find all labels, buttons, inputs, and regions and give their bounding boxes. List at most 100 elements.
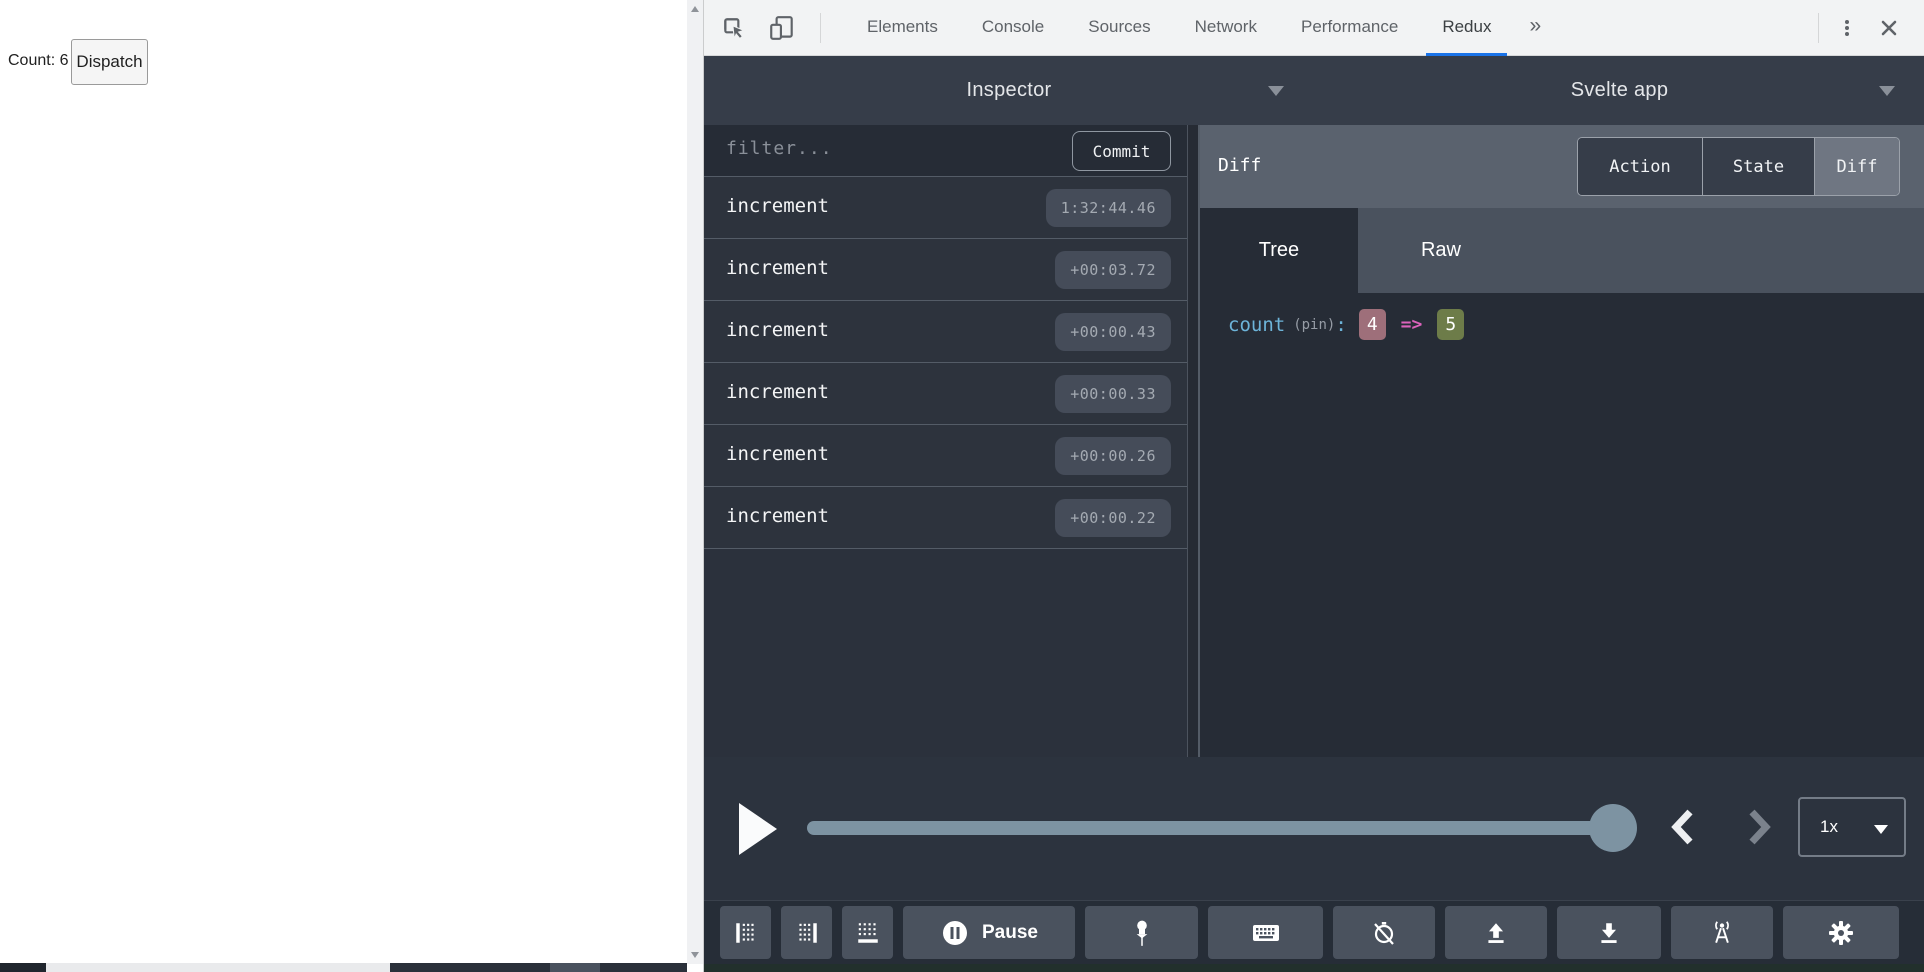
scroll-up-icon[interactable] (691, 6, 699, 12)
keyboard-icon (1252, 924, 1279, 941)
gear-icon (1829, 920, 1853, 945)
action-name: increment (726, 257, 829, 279)
filter-input[interactable]: filter... (726, 138, 833, 159)
view-action-button[interactable]: Action (1578, 138, 1702, 195)
view-state-button[interactable]: State (1702, 138, 1814, 195)
devtools-tabs: Elements Console Sources Network Perform… (845, 0, 1557, 56)
action-timestamp: 1:32:44.46 (1045, 189, 1171, 227)
action-row[interactable]: increment 1:32:44.46 (704, 177, 1187, 239)
step-back-button[interactable] (1670, 807, 1696, 847)
diff-tabstrip: Tree Raw (1200, 208, 1924, 293)
action-name: increment (726, 381, 829, 403)
screen: Count: 6 Dispatch Elements Console Sourc… (0, 0, 1924, 972)
kebab-menu-icon[interactable] (1833, 14, 1861, 42)
tab-performance[interactable]: Performance (1279, 0, 1420, 56)
tab-redux[interactable]: Redux (1420, 0, 1513, 56)
diff-entry[interactable]: count (pin) : 4 => 5 (1228, 309, 1465, 340)
inspect-element-icon[interactable] (720, 14, 748, 42)
instance-selector-label: Svelte app (1570, 79, 1669, 101)
tab-sources[interactable]: Sources (1066, 0, 1172, 56)
monitor-selector-label: Inspector (966, 79, 1052, 101)
dock-left-button[interactable] (720, 906, 771, 959)
diff-content: count (pin) : 4 => 5 (1200, 293, 1924, 757)
pause-label: Pause (982, 921, 1038, 943)
stopwatch-off-icon (1374, 921, 1394, 945)
action-timestamp: +00:00.26 (1055, 437, 1171, 475)
broadcast-icon (1715, 920, 1729, 943)
tab-network[interactable]: Network (1173, 0, 1279, 56)
dock-right-button[interactable] (781, 906, 832, 959)
keyboard-button[interactable] (1208, 906, 1323, 959)
filter-row: filter... Commit (704, 125, 1187, 177)
download-icon (1601, 922, 1617, 943)
step-forward-button[interactable] (1746, 807, 1772, 847)
seek-slider-thumb[interactable] (1589, 804, 1637, 852)
action-row[interactable]: increment +00:03.72 (704, 239, 1187, 301)
close-icon[interactable] (1875, 14, 1903, 42)
dock-right-icon (798, 922, 817, 943)
play-button[interactable] (739, 803, 777, 855)
dock-bottom-button[interactable] (842, 906, 893, 959)
action-list-panel: filter... Commit increment 1:32:44.46 in… (704, 125, 1200, 757)
redux-header: Inspector Svelte app (704, 56, 1924, 125)
window-bottom-edge (704, 964, 1924, 972)
playback-speed-select[interactable]: 1x (1798, 797, 1906, 857)
bottom-strip (550, 963, 600, 972)
action-name: increment (726, 443, 829, 465)
view-toggle-group: Action State Diff (1577, 137, 1900, 196)
devtools-panel: Elements Console Sources Network Perform… (703, 0, 1924, 972)
action-timestamp: +00:00.33 (1055, 375, 1171, 413)
devtools-toolbar: Elements Console Sources Network Perform… (704, 0, 1924, 56)
pin-icon (1136, 920, 1147, 946)
instance-selector[interactable]: Svelte app (1314, 56, 1924, 125)
action-row[interactable]: increment +00:00.26 (704, 425, 1187, 487)
action-timestamp: +00:00.43 (1055, 313, 1171, 351)
redux-bottom-toolbar: Pause (704, 900, 1924, 964)
scroll-down-icon[interactable] (691, 952, 699, 958)
diff-panel: Diff Action State Diff Tree Raw count (p… (1200, 125, 1924, 757)
diff-colon: : (1335, 313, 1347, 336)
device-toolbar-icon[interactable] (768, 14, 796, 42)
export-button[interactable] (1445, 906, 1547, 959)
diff-panel-header: Diff Action State Diff (1200, 125, 1924, 208)
seek-slider-track[interactable] (807, 821, 1613, 835)
more-tabs-icon[interactable]: » (1513, 0, 1557, 56)
dock-bottom-icon (857, 922, 878, 943)
action-list-scrollbar[interactable] (1187, 125, 1200, 757)
tab-console[interactable]: Console (960, 0, 1066, 56)
count-label: Count: 6 (8, 52, 69, 69)
upload-icon (1488, 922, 1504, 943)
diff-arrow: => (1400, 314, 1423, 335)
diff-new-value: 5 (1437, 309, 1465, 340)
chevron-down-icon (1268, 86, 1284, 96)
action-row[interactable]: increment +00:00.33 (704, 363, 1187, 425)
remote-button[interactable] (1671, 906, 1773, 959)
view-diff-button[interactable]: Diff (1814, 138, 1899, 195)
action-row[interactable]: increment +00:00.22 (704, 487, 1187, 549)
action-name: increment (726, 319, 829, 341)
dispatch-button[interactable]: Dispatch (71, 39, 148, 85)
monitor-selector[interactable]: Inspector (704, 56, 1314, 125)
tab-tree[interactable]: Tree (1200, 208, 1358, 293)
action-row[interactable]: increment +00:00.43 (704, 301, 1187, 363)
page-scrollbar[interactable] (687, 0, 703, 964)
chevron-down-icon (1874, 825, 1888, 834)
lock-changes-button[interactable] (1333, 906, 1435, 959)
selected-action-title: Diff (1218, 155, 1262, 176)
pause-button[interactable]: Pause (903, 906, 1075, 959)
diff-key: count (1228, 313, 1286, 336)
commit-button[interactable]: Commit (1072, 131, 1171, 171)
diff-meta: (pin) (1293, 316, 1336, 333)
bottom-strip (600, 963, 687, 972)
page-hscrollbar[interactable] (46, 963, 390, 972)
diff-old-value: 4 (1358, 309, 1386, 340)
tab-elements[interactable]: Elements (845, 0, 960, 56)
import-button[interactable] (1557, 906, 1661, 959)
bottom-strip (0, 963, 46, 972)
tab-raw[interactable]: Raw (1358, 208, 1524, 293)
settings-button[interactable] (1783, 906, 1899, 959)
pin-button[interactable] (1085, 906, 1198, 959)
playback-bar: 1x (704, 757, 1924, 900)
toolbar-divider (820, 12, 821, 43)
dock-left-icon (735, 922, 754, 943)
